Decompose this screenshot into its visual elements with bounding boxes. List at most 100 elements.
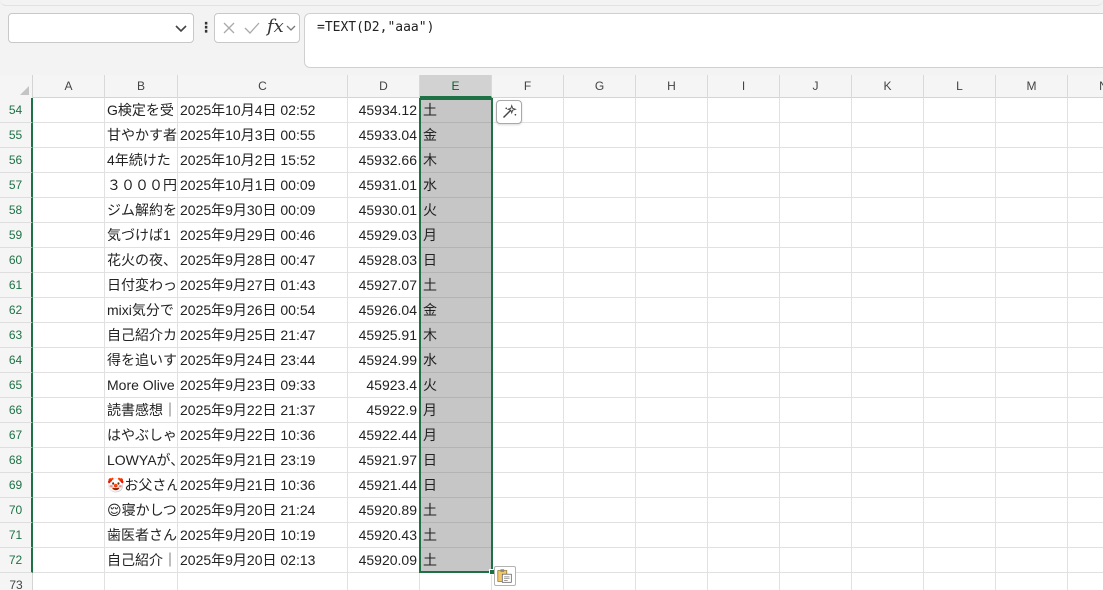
cell-j[interactable] bbox=[780, 473, 852, 498]
row-header[interactable]: 62 bbox=[0, 298, 33, 323]
cell-b[interactable]: ３０００円 bbox=[105, 173, 178, 198]
cell-l[interactable] bbox=[924, 298, 996, 323]
insert-function-icon[interactable]: fx bbox=[267, 16, 284, 37]
cell-g[interactable] bbox=[564, 298, 636, 323]
cell-l[interactable] bbox=[924, 98, 996, 123]
cell-a[interactable] bbox=[33, 473, 105, 498]
cell-h[interactable] bbox=[636, 448, 708, 473]
more-options-icon[interactable]: ⋮ bbox=[199, 18, 213, 38]
cell-e[interactable]: 日 bbox=[420, 473, 492, 498]
cell-g[interactable] bbox=[564, 173, 636, 198]
cell-d[interactable]: 45920.43 bbox=[348, 523, 420, 548]
cell-f[interactable] bbox=[492, 348, 564, 373]
cell-l[interactable] bbox=[924, 248, 996, 273]
cell-a[interactable] bbox=[33, 98, 105, 123]
cell-n[interactable] bbox=[1068, 273, 1103, 298]
formula-input[interactable]: =TEXT(D2,"aaa") bbox=[304, 13, 1103, 68]
cell-c[interactable]: 2025年9月27日 01:43 bbox=[178, 273, 348, 298]
cell-c[interactable]: 2025年10月3日 00:55 bbox=[178, 123, 348, 148]
cell-k[interactable] bbox=[852, 123, 924, 148]
cell-j[interactable] bbox=[780, 498, 852, 523]
cell-k[interactable] bbox=[852, 223, 924, 248]
cell-f[interactable] bbox=[492, 273, 564, 298]
cell-c[interactable]: 2025年9月29日 00:46 bbox=[178, 223, 348, 248]
cell-h[interactable] bbox=[636, 548, 708, 573]
cell-h[interactable] bbox=[636, 98, 708, 123]
cell-b[interactable]: mixi気分で bbox=[105, 298, 178, 323]
cell-l[interactable] bbox=[924, 448, 996, 473]
cell-e[interactable]: 火 bbox=[420, 373, 492, 398]
cell-d[interactable]: 45924.99 bbox=[348, 348, 420, 373]
cell-n[interactable] bbox=[1068, 448, 1103, 473]
cell-g[interactable] bbox=[564, 473, 636, 498]
cell-f[interactable] bbox=[492, 398, 564, 423]
cell-d[interactable]: 45931.01 bbox=[348, 173, 420, 198]
column-header-c[interactable]: C bbox=[178, 75, 348, 98]
cell-f[interactable] bbox=[492, 323, 564, 348]
cell-k[interactable] bbox=[852, 148, 924, 173]
cell-c[interactable]: 2025年10月1日 00:09 bbox=[178, 173, 348, 198]
row-header[interactable]: 70 bbox=[0, 498, 33, 523]
cell-g[interactable] bbox=[564, 273, 636, 298]
row-header[interactable]: 57 bbox=[0, 173, 33, 198]
cell-l[interactable] bbox=[924, 223, 996, 248]
cell-e[interactable]: 土 bbox=[420, 548, 492, 573]
row-header[interactable]: 55 bbox=[0, 123, 33, 148]
cell-k[interactable] bbox=[852, 423, 924, 448]
cell-j[interactable] bbox=[780, 348, 852, 373]
cell-a[interactable] bbox=[33, 123, 105, 148]
cell-k[interactable] bbox=[852, 573, 924, 590]
cell-a[interactable] bbox=[33, 298, 105, 323]
cell-f[interactable] bbox=[492, 498, 564, 523]
cell-e[interactable]: 木 bbox=[420, 323, 492, 348]
cell-k[interactable] bbox=[852, 523, 924, 548]
cell-c[interactable]: 2025年9月21日 10:36 bbox=[178, 473, 348, 498]
cell-h[interactable] bbox=[636, 173, 708, 198]
cell-g[interactable] bbox=[564, 523, 636, 548]
cell-e[interactable]: 木 bbox=[420, 148, 492, 173]
row-header[interactable]: 59 bbox=[0, 223, 33, 248]
cell-f[interactable] bbox=[492, 223, 564, 248]
cell-d[interactable]: 45923.4 bbox=[348, 373, 420, 398]
cell-c[interactable]: 2025年9月24日 23:44 bbox=[178, 348, 348, 373]
cell-n[interactable] bbox=[1068, 148, 1103, 173]
row-header[interactable]: 61 bbox=[0, 273, 33, 298]
column-header-h[interactable]: H bbox=[636, 75, 708, 98]
cell-i[interactable] bbox=[708, 298, 780, 323]
cell-b[interactable]: More Olive bbox=[105, 373, 178, 398]
cell-n[interactable] bbox=[1068, 373, 1103, 398]
enter-check-icon[interactable] bbox=[243, 20, 261, 36]
cell-l[interactable] bbox=[924, 498, 996, 523]
cell-j[interactable] bbox=[780, 323, 852, 348]
cell-e[interactable]: 水 bbox=[420, 173, 492, 198]
cell-e[interactable]: 金 bbox=[420, 298, 492, 323]
cell-c[interactable]: 2025年9月30日 00:09 bbox=[178, 198, 348, 223]
cell-i[interactable] bbox=[708, 198, 780, 223]
cell-l[interactable] bbox=[924, 173, 996, 198]
cell-i[interactable] bbox=[708, 348, 780, 373]
select-all-corner[interactable] bbox=[0, 75, 33, 98]
cell-i[interactable] bbox=[708, 323, 780, 348]
cell-a[interactable] bbox=[33, 198, 105, 223]
cell-g[interactable] bbox=[564, 248, 636, 273]
cell-i[interactable] bbox=[708, 98, 780, 123]
cell-h[interactable] bbox=[636, 198, 708, 223]
cell-n[interactable] bbox=[1068, 198, 1103, 223]
cell-j[interactable] bbox=[780, 373, 852, 398]
cell-m[interactable] bbox=[996, 123, 1068, 148]
cell-n[interactable] bbox=[1068, 498, 1103, 523]
cell-a[interactable] bbox=[33, 423, 105, 448]
cell-m[interactable] bbox=[996, 173, 1068, 198]
cell-l[interactable] bbox=[924, 148, 996, 173]
cell-c[interactable]: 2025年9月20日 02:13 bbox=[178, 548, 348, 573]
cell-c[interactable]: 2025年9月21日 23:19 bbox=[178, 448, 348, 473]
column-header-k[interactable]: K bbox=[852, 75, 924, 98]
row-header[interactable]: 66 bbox=[0, 398, 33, 423]
cell-g[interactable] bbox=[564, 423, 636, 448]
cell-a[interactable] bbox=[33, 373, 105, 398]
cell-n[interactable] bbox=[1068, 573, 1103, 590]
cell-n[interactable] bbox=[1068, 223, 1103, 248]
cell-k[interactable] bbox=[852, 548, 924, 573]
cell-c[interactable]: 2025年10月2日 15:52 bbox=[178, 148, 348, 173]
cell-g[interactable] bbox=[564, 498, 636, 523]
